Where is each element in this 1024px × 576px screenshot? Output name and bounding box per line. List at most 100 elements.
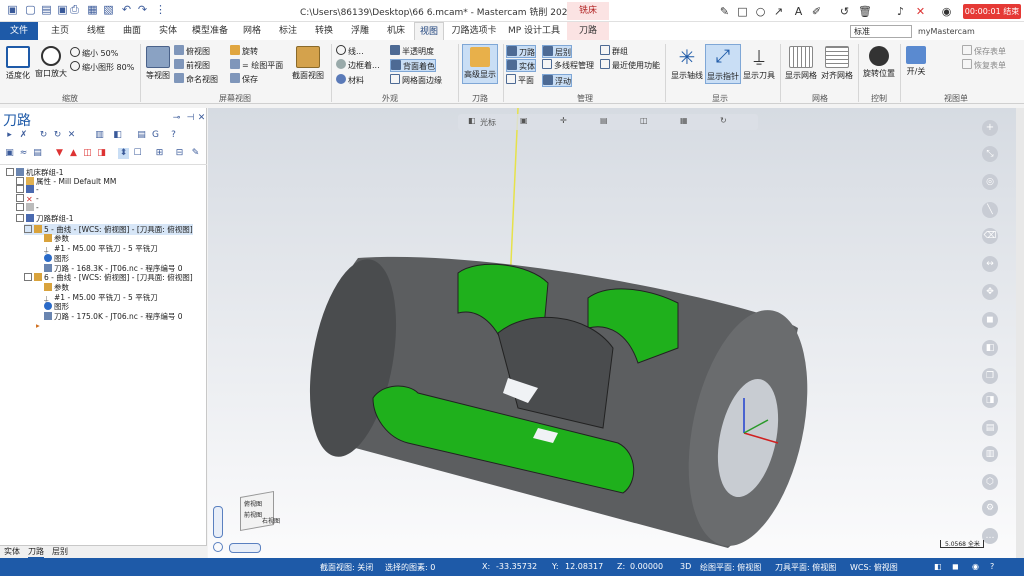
remove-icon[interactable]: ✕ xyxy=(66,130,77,141)
collapse-all-icon[interactable]: ⊟ xyxy=(174,148,185,159)
text-icon[interactable]: A xyxy=(792,5,805,18)
show-grid-button[interactable]: 显示网格 xyxy=(784,46,818,81)
show-tool-button[interactable]: ⍊ 显示刀具 xyxy=(742,46,776,81)
mode-icon[interactable]: ▦ xyxy=(680,116,688,125)
status-tool-plane[interactable]: 刀具平面: 俯视图 xyxy=(775,562,836,573)
tab-solids[interactable]: 实体 xyxy=(152,22,184,40)
right-scrollbar[interactable] xyxy=(1016,108,1024,558)
g1-icon[interactable]: G xyxy=(150,130,161,141)
close-panel-icon[interactable]: ✕ xyxy=(196,113,207,124)
tab-machine[interactable]: 机床 xyxy=(380,22,412,40)
insert-before-icon[interactable]: ◨ xyxy=(96,148,107,159)
insert-arrow-icon[interactable]: ⬍ xyxy=(118,148,129,159)
undo-icon[interactable]: ↶ xyxy=(120,3,133,17)
tab-toolpath-options[interactable]: 刀路选项卡 xyxy=(448,22,500,40)
tab-mp-design[interactable]: MP 设计工具 xyxy=(504,22,564,40)
move-down-icon[interactable]: ▼ xyxy=(54,148,65,159)
saveas-icon[interactable]: ▦ xyxy=(86,3,99,17)
tree-item-stock[interactable]: - xyxy=(16,203,39,212)
multi-thread-button[interactable]: 多线程管理 xyxy=(542,59,594,72)
verify-icon[interactable]: ◧ xyxy=(112,130,123,141)
show-gnomon-button[interactable]: ⤢ 显示指针 xyxy=(705,44,741,84)
refresh-icon[interactable]: ↻ xyxy=(720,116,727,125)
redo-icon[interactable]: ↷ xyxy=(136,3,149,17)
toggle-display-icon[interactable]: ≈ xyxy=(18,148,29,159)
recent-functions-button[interactable]: 最近使用功能 xyxy=(600,59,660,72)
stack-icon[interactable]: ⬡ xyxy=(982,474,998,490)
bottom-tab-levels[interactable]: 层别 xyxy=(52,546,68,557)
customize-icon[interactable]: ⋮ xyxy=(154,3,167,17)
tree-item-toolpath-group[interactable]: 刀路群组-1 xyxy=(16,213,73,224)
fit-view-icon[interactable]: ⤡ xyxy=(982,146,998,162)
simulate-icon[interactable]: ▤ xyxy=(136,130,147,141)
mesh-edges-button[interactable]: 网格面边缘 xyxy=(390,74,442,87)
zoom-out-80-button[interactable]: 缩小图形 80% xyxy=(70,61,134,74)
mic-off-icon[interactable]: ✕ xyxy=(914,5,927,18)
status-section-view[interactable]: 截面视图: 关闭 xyxy=(320,562,373,573)
viewport-select-icon[interactable]: ◧ xyxy=(468,116,476,125)
tab-mesh[interactable]: 网格 xyxy=(236,22,268,40)
more-icon[interactable]: … xyxy=(982,528,998,544)
rectangle-icon[interactable]: □ xyxy=(736,5,749,18)
float-button[interactable]: 浮动 xyxy=(542,74,572,87)
zoom-window-icon[interactable]: ◎ xyxy=(982,174,998,190)
rotate-position-button[interactable]: 旋转位置 xyxy=(862,46,896,79)
tab-surfaces[interactable]: 曲面 xyxy=(116,22,148,40)
recording-timer-button[interactable]: 00:00:01 结束 xyxy=(963,4,1021,19)
insert-after-icon[interactable]: ◫ xyxy=(82,148,93,159)
line-tool-icon[interactable]: ╲ xyxy=(982,202,998,218)
tab-transform[interactable]: 转换 xyxy=(308,22,340,40)
circle-icon[interactable]: ○ xyxy=(754,5,767,18)
named-view-button[interactable]: 命名视图 xyxy=(174,73,218,86)
tab-home[interactable]: 主页 xyxy=(44,22,76,40)
tab-model-prep[interactable]: 模型准备 xyxy=(188,22,232,40)
camera-icon[interactable]: ◉ xyxy=(940,5,953,18)
manage-level-button[interactable]: 层别 xyxy=(542,45,572,58)
move-up-icon[interactable]: ▲ xyxy=(68,148,79,159)
rotate-button[interactable]: 旋转 xyxy=(230,45,258,58)
status-globe-icon[interactable]: ◉ xyxy=(972,562,979,571)
status-wcs[interactable]: WCS: 俯视图 xyxy=(850,562,898,573)
translucent-button[interactable]: 半透明度 xyxy=(390,45,434,58)
reset-icon[interactable]: ↺ xyxy=(838,5,851,18)
show-axes-button[interactable]: ✳ 显示轴线 xyxy=(670,46,704,81)
section-view-button[interactable]: 截面视图 xyxy=(290,46,326,81)
solid-icon[interactable]: ◼ xyxy=(982,312,998,328)
status-mode[interactable]: 3D xyxy=(680,562,691,571)
snap-grid-button[interactable]: 对齐网格 xyxy=(820,46,854,81)
tree-item-tool-settings[interactable]: ✕ - xyxy=(16,194,39,204)
front-view-button[interactable]: 前视图 xyxy=(174,59,210,72)
select-failed-icon[interactable]: ✗ xyxy=(18,130,29,141)
mirror-icon[interactable]: ◨ xyxy=(982,392,998,408)
select-solid-icon[interactable]: ◫ xyxy=(640,116,648,125)
document-icon[interactable]: ▤ xyxy=(982,420,998,436)
print-icon[interactable]: ⎙ xyxy=(68,3,81,17)
status-view-icon[interactable]: ◧ xyxy=(934,562,942,571)
groups-button[interactable]: 群组 xyxy=(600,45,628,58)
split-icon[interactable]: ▧ xyxy=(102,3,115,17)
window-zoom-button[interactable]: 窗口放大 xyxy=(34,46,68,79)
mode-select[interactable]: 标准 xyxy=(850,25,912,38)
advanced-display-button[interactable]: 高级显示 xyxy=(462,44,498,84)
new-file-icon[interactable]: ▢ xyxy=(24,3,37,17)
save-sheet-button[interactable]: 保存表单 xyxy=(962,45,1006,58)
manage-solid-button[interactable]: 实体 xyxy=(506,59,536,72)
top-view-button[interactable]: 俯视图 xyxy=(174,45,210,58)
account-link[interactable]: myMastercam xyxy=(918,27,975,36)
regenerate-dirty-icon[interactable]: ↻ xyxy=(52,130,63,141)
bottom-tab-solids[interactable]: 实体 xyxy=(4,546,20,557)
tab-dimension[interactable]: 标注 xyxy=(272,22,304,40)
filter-icon[interactable]: ▤ xyxy=(600,116,608,125)
pan-horizontal-control[interactable] xyxy=(229,543,261,553)
tab-toolpaths[interactable]: 刀路 xyxy=(567,22,609,40)
highlighter-icon[interactable]: ✐ xyxy=(810,5,823,18)
tab-relief[interactable]: 浮雕 xyxy=(344,22,376,40)
edges-button[interactable]: 边框着... xyxy=(336,59,380,72)
open-file-icon[interactable]: ▤ xyxy=(40,3,53,17)
backface-button[interactable]: 背面着色 xyxy=(390,59,436,72)
zoom-in-icon[interactable]: + xyxy=(982,120,998,136)
layer-icon[interactable]: ▥ xyxy=(982,446,998,462)
shade-icon[interactable]: ◧ xyxy=(982,340,998,356)
delete-tool-icon[interactable]: ⌫ xyxy=(982,228,998,244)
viewsheet-toggle-button[interactable]: 开/关 xyxy=(904,46,928,77)
